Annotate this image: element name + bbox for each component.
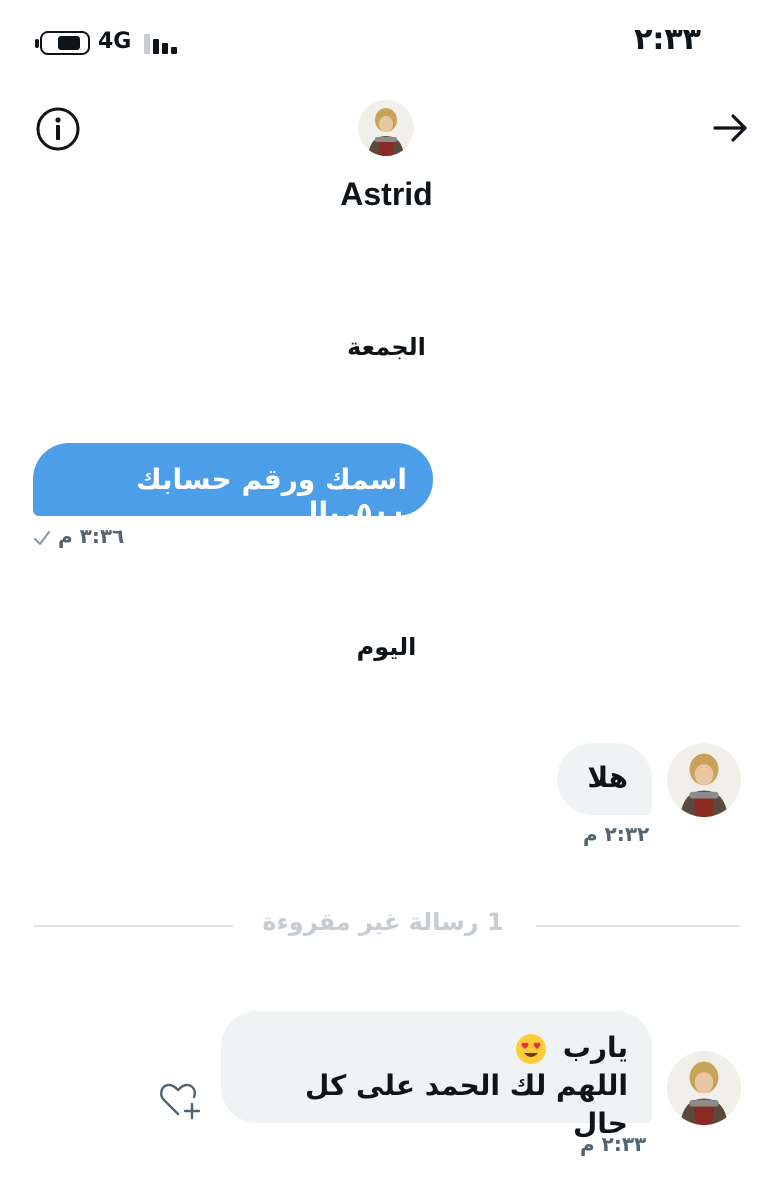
- info-icon[interactable]: [35, 106, 81, 152]
- divider-line: [33, 925, 233, 927]
- unread-divider: 1 رسالة غير مقروءة: [262, 908, 504, 936]
- heart-eyes-emoji-icon: [515, 1033, 547, 1065]
- sender-avatar[interactable]: [667, 1051, 741, 1125]
- received-message-bubble[interactable]: هلا: [557, 743, 652, 815]
- received-message-time: ٢:٣٣ م: [580, 1132, 647, 1156]
- divider-line: [536, 925, 740, 927]
- sent-message-time: ٣:٣٦ م: [58, 524, 125, 548]
- received-message-time: ٢:٣٢ م: [583, 822, 650, 846]
- message-line: يارب: [241, 1029, 628, 1067]
- received-message-text: هلا: [587, 761, 628, 794]
- sender-avatar[interactable]: [667, 743, 741, 817]
- heart-plus-icon[interactable]: [158, 1080, 204, 1120]
- day-separator-friday: الجمعة: [347, 333, 426, 361]
- status-time: ٢:٣٣: [634, 22, 701, 57]
- back-arrow-icon[interactable]: [713, 112, 749, 144]
- signal-icon: [144, 32, 184, 54]
- contact-name[interactable]: Astrid: [0, 176, 773, 213]
- battery-icon: [35, 31, 90, 55]
- received-message-bubble[interactable]: يارب اللهم لك الحمد على كل حال: [221, 1011, 652, 1140]
- message-line-text: اللهم لك الحمد على كل حال: [305, 1069, 628, 1140]
- sent-message-text: اسمك ورقم حسابك ٥٠٠ريال: [135, 463, 407, 529]
- check-icon: [33, 530, 51, 546]
- network-type: 4G: [98, 29, 132, 54]
- day-separator-today: اليوم: [356, 633, 417, 661]
- contact-avatar[interactable]: [358, 100, 414, 156]
- sent-message-bubble[interactable]: اسمك ورقم حسابك ٥٠٠ريال: [33, 443, 433, 529]
- message-line-text: يارب: [562, 1031, 628, 1064]
